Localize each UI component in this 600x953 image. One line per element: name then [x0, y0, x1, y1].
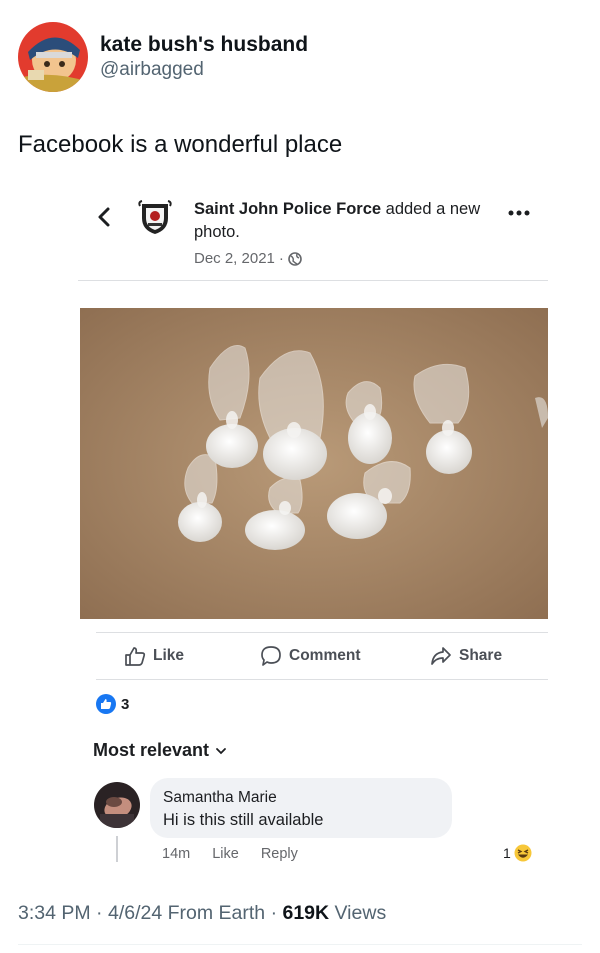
- separator: ·: [96, 902, 108, 924]
- display-name[interactable]: kate bush's husband: [100, 32, 308, 58]
- like-button[interactable]: Like: [124, 645, 184, 667]
- views-label: Views: [334, 902, 387, 924]
- post-photo[interactable]: [80, 308, 548, 619]
- user-handle[interactable]: @airbagged: [100, 58, 308, 82]
- comment-text: Hi is this still available: [163, 811, 324, 829]
- comment-reaction-count: 1: [503, 845, 511, 861]
- share-icon: [431, 647, 451, 665]
- comment-author[interactable]: Samantha Marie: [163, 788, 439, 808]
- police-badge-logo[interactable]: [138, 200, 172, 236]
- share-button[interactable]: Share: [430, 645, 502, 667]
- thread-line: [116, 836, 118, 862]
- commenter-avatar[interactable]: [94, 782, 140, 828]
- sort-label: Most relevant: [93, 740, 210, 760]
- comment-like-button[interactable]: Like: [212, 846, 239, 862]
- comment-label: Comment: [289, 647, 361, 664]
- back-arrow-icon[interactable]: [96, 206, 112, 228]
- globe-icon: [288, 251, 302, 266]
- post-action-bar: Like Comment Share: [96, 632, 548, 680]
- post-title: Saint John Police Force added a new phot…: [194, 198, 494, 244]
- like-reaction-icon: [96, 694, 116, 714]
- like-label: Like: [153, 647, 185, 664]
- tweet-time[interactable]: 3:34 PM: [18, 902, 91, 924]
- facebook-post: Saint John Police Force added a new phot…: [78, 190, 548, 281]
- tweet-source: From Earth: [167, 902, 266, 924]
- date-separator: ·: [278, 250, 284, 267]
- comment-sort-dropdown[interactable]: Most relevant: [93, 740, 227, 761]
- tweet-footer: 3:34 PM · 4/6/24 From Earth · 619K Views: [18, 902, 386, 925]
- post-header: Saint John Police Force added a new phot…: [78, 190, 548, 280]
- views-count[interactable]: 619K: [282, 902, 329, 924]
- tweet-date[interactable]: 4/6/24: [108, 902, 162, 924]
- comment-button[interactable]: Comment: [260, 645, 360, 667]
- reaction-summary[interactable]: 3: [96, 694, 129, 714]
- chevron-down-icon: [216, 747, 226, 754]
- footer-divider: [18, 944, 582, 945]
- share-label: Share: [459, 647, 503, 664]
- haha-emoji-icon: [514, 844, 532, 862]
- thumbs-up-icon: [125, 647, 146, 666]
- comment-reaction[interactable]: 1: [503, 844, 532, 862]
- tweet-header: kate bush's husband @airbagged: [18, 22, 308, 92]
- separator: ·: [270, 902, 283, 924]
- tweet-text: Facebook is a wonderful place: [18, 131, 343, 158]
- header-divider: [78, 280, 548, 281]
- reaction-count: 3: [121, 695, 130, 713]
- comment-bubble: Samantha Marie Hi is this still availabl…: [150, 778, 452, 838]
- post-date-row: Dec 2, 2021 ·: [194, 250, 494, 267]
- post-date[interactable]: Dec 2, 2021: [194, 250, 275, 267]
- comment-reply-button[interactable]: Reply: [261, 846, 298, 862]
- avatar[interactable]: [18, 22, 88, 92]
- page-name[interactable]: Saint John Police Force: [194, 200, 381, 218]
- comment-time[interactable]: 14m: [162, 846, 190, 862]
- comment-actions: 14m Like Reply: [162, 846, 298, 862]
- comment-icon: [261, 646, 281, 666]
- more-options-icon[interactable]: [508, 210, 530, 216]
